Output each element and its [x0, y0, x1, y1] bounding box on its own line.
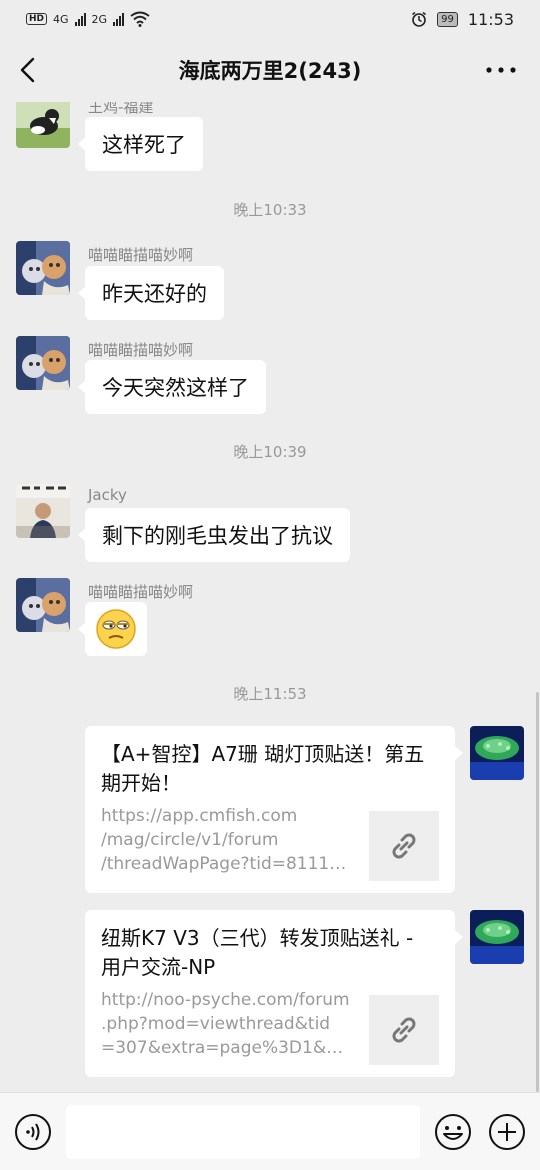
url-line: =307&extra=page%3D1&mo... — [101, 1038, 353, 1058]
status-bar: HD 4G 2G 99 11:53 — [0, 0, 540, 38]
sender-name: 王鸡-福建 — [88, 102, 154, 116]
link-card-url: http://noo-psyche.com/forum .php?mod=vie… — [101, 988, 353, 1060]
url-line: https://app.cmfish.com — [101, 806, 298, 826]
link-card-title: 【A+智控】A7珊 瑚灯顶贴送！第五期开始！ — [101, 742, 425, 795]
alarm-icon — [412, 11, 427, 27]
avatar[interactable] — [16, 578, 70, 632]
timestamp: 晚上10:39 — [233, 443, 307, 461]
wifi-icon — [130, 11, 150, 27]
plus-icon[interactable] — [488, 1113, 526, 1151]
message-input[interactable] — [66, 1105, 420, 1159]
url-line: /threadWapPage?tid=81119... — [101, 854, 353, 874]
timestamp: 晚上10:33 — [233, 201, 307, 219]
scrollbar[interactable] — [536, 692, 539, 1092]
more-icon[interactable] — [484, 56, 518, 84]
chat-header: 海底两万里2(243) — [0, 38, 540, 102]
url-line: http://noo-psyche.com/forum — [101, 990, 350, 1010]
avatar[interactable] — [16, 336, 70, 390]
chat-title: 海底两万里2(243) — [178, 59, 362, 83]
clock: 11:53 — [467, 9, 514, 29]
hd-badge: HD — [26, 13, 48, 25]
input-bar — [0, 1092, 540, 1170]
link-thumbnail — [369, 811, 439, 881]
sim1-label: 4G — [53, 12, 69, 26]
emoji-bubble[interactable] — [78, 602, 147, 656]
link-card[interactable]: 纽斯K7 V3（三代）转发顶贴送礼 - 用户交流-NP http://noo-p… — [85, 910, 463, 1077]
message-bubble[interactable]: 昨天还好的 — [78, 266, 224, 320]
avatar[interactable] — [470, 726, 524, 780]
battery-icon: 99 — [437, 11, 458, 27]
link-icon — [392, 833, 416, 859]
link-card-title: 纽斯K7 V3（三代）转发顶贴送礼 - 用户交流-NP — [101, 926, 414, 979]
url-line: .php?mod=viewthread&tid — [101, 1014, 331, 1034]
signal-icon — [74, 12, 86, 26]
avatar[interactable] — [16, 102, 70, 148]
avatar[interactable] — [16, 241, 70, 295]
status-right: 99 11:53 — [411, 10, 514, 29]
back-icon[interactable] — [14, 54, 44, 86]
sim2-label: 2G — [91, 12, 108, 26]
url-line: /mag/circle/v1/forum — [101, 830, 279, 850]
emoji-icon[interactable] — [434, 1113, 472, 1151]
sender-name: 喵喵瞄描喵妙啊 — [88, 341, 194, 359]
message-bubble[interactable]: 今天突然这样了 — [78, 360, 266, 414]
timestamp: 晚上11:53 — [233, 685, 307, 703]
unamused-emoji-icon — [96, 609, 136, 649]
link-thumbnail — [369, 995, 439, 1065]
sender-name: 喵喵瞄描喵妙啊 — [88, 583, 194, 601]
message-bubble[interactable]: 这样死了 — [78, 117, 203, 171]
link-card[interactable]: 【A+智控】A7珊 瑚灯顶贴送！第五期开始！ https://app.cmfis… — [85, 726, 463, 893]
link-card-url: https://app.cmfish.com /mag/circle/v1/fo… — [101, 804, 353, 876]
link-icon — [392, 1017, 416, 1043]
avatar[interactable] — [16, 484, 70, 538]
status-left: HD 4G 2G — [26, 11, 150, 27]
sender-name: Jacky — [88, 486, 127, 504]
voice-icon[interactable] — [14, 1113, 52, 1151]
avatar[interactable] — [470, 910, 524, 964]
chat-area[interactable]: 王鸡-福建 这样死了 晚上10:33 喵喵瞄描喵妙啊 昨天还好的 喵喵瞄描喵妙啊… — [0, 102, 540, 1092]
sender-name: 喵喵瞄描喵妙啊 — [88, 246, 194, 264]
signal-icon — [113, 12, 125, 26]
message-bubble[interactable]: 剩下的刚毛虫发出了抗议 — [78, 508, 350, 562]
